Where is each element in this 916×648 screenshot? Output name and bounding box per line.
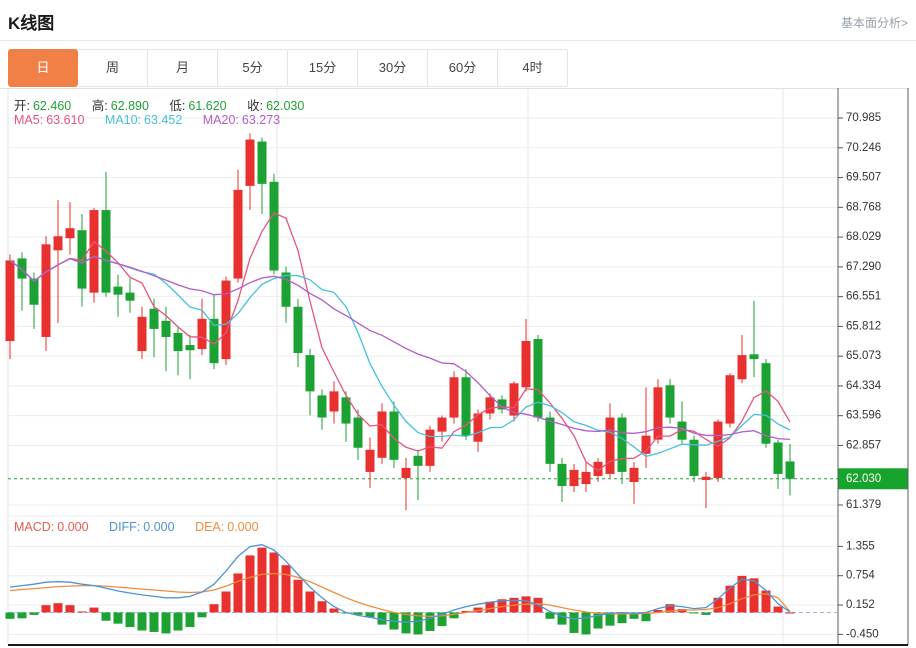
candles [5,133,795,511]
tab-15min[interactable]: 15分 [288,49,358,87]
tab-30min[interactable]: 30分 [358,49,428,87]
tab-5min[interactable]: 5分 [218,49,288,87]
open-label: 开: [14,99,30,113]
macd-label: MACD: [14,520,55,534]
tab-week[interactable]: 周 [78,49,148,87]
price-axis-label: 64.334 [846,380,882,392]
tab-month[interactable]: 月 [148,49,218,87]
close-label: 收: [247,99,264,113]
macd-axis-label: 0.152 [846,599,875,611]
ma20-value: 63.273 [241,113,281,127]
candlestick-chart[interactable]: 70.985 70.246 69.507 68.768 68.029 67.290 66.5… [0,88,916,648]
page-title: K线图 [8,14,55,33]
price-axis-label: 62.857 [846,439,881,451]
price-axis: 70.985 70.246 69.507 68.768 68.029 67.290 66.5… [838,112,882,640]
high-value: 62.890 [110,99,149,113]
price-axis-label: 68.768 [846,201,881,213]
price-axis-label: 69.507 [846,172,881,184]
ma20-label: MA20: [202,113,239,127]
dea-value: 0.000 [227,520,259,534]
fundamental-analysis-link[interactable]: 基本面分析> [841,14,908,31]
svg-text:62.030: 62.030 [846,473,881,485]
dea-label: DEA: [195,520,225,534]
price-axis-label: 66.551 [846,291,881,303]
price-axis-label: 65.812 [846,320,881,332]
price-axis-label: 70.985 [846,112,881,124]
diff-value: 0.000 [143,520,175,534]
price-axis-label: 63.596 [846,410,881,422]
open-value: 62.460 [32,99,72,113]
price-axis-label: 65.073 [846,350,881,362]
panel-borders [0,88,909,646]
price-axis-label: 67.290 [846,261,881,273]
ma5-value: 63.610 [46,113,85,127]
high-label: 高: [91,99,108,113]
macd-legend: MACD: 0.000 DIFF: 0.000 DEA: 0.000 [14,520,276,534]
ma-legend: MA5: 63.610 MA10: 63.452 MA20: 63.273 [14,113,297,127]
ma10-label: MA10: [104,113,142,127]
macd-axis-label: 1.355 [846,540,875,552]
gridlines [8,88,838,645]
current-price-tag: 62.030 [838,468,908,490]
low-label: 低: [169,99,186,113]
ma10-value: 63.452 [144,113,183,127]
ma-lines [9,212,791,472]
tab-60min[interactable]: 60分 [428,49,498,87]
price-axis-label: 68.029 [846,231,881,243]
close-value: 62.030 [266,99,305,113]
ohlc-legend: 开: 62.460 高: 62.890 低: 61.620 收: 62.030 [14,95,321,114]
tab-day[interactable]: 日 [8,49,78,87]
macd-axis-label: -0.450 [846,628,879,640]
tab-4hour[interactable]: 4时 [498,49,568,87]
price-axis-label: 70.246 [846,142,881,154]
kline-widget: K线图 基本面分析> 日 周 月 5分 15分 30分 60分 4时 70.98… [0,0,916,648]
interval-tabs: 日 周 月 5分 15分 30分 60分 4时 [8,49,568,87]
ma5-label: MA5: [14,113,44,127]
header-divider [0,40,916,41]
macd-value: 0.000 [57,520,89,534]
diff-label: DIFF: [109,520,141,534]
price-axis-label: 61.379 [846,499,881,511]
macd-axis-label: 0.754 [846,570,875,582]
low-value: 61.620 [188,99,227,113]
